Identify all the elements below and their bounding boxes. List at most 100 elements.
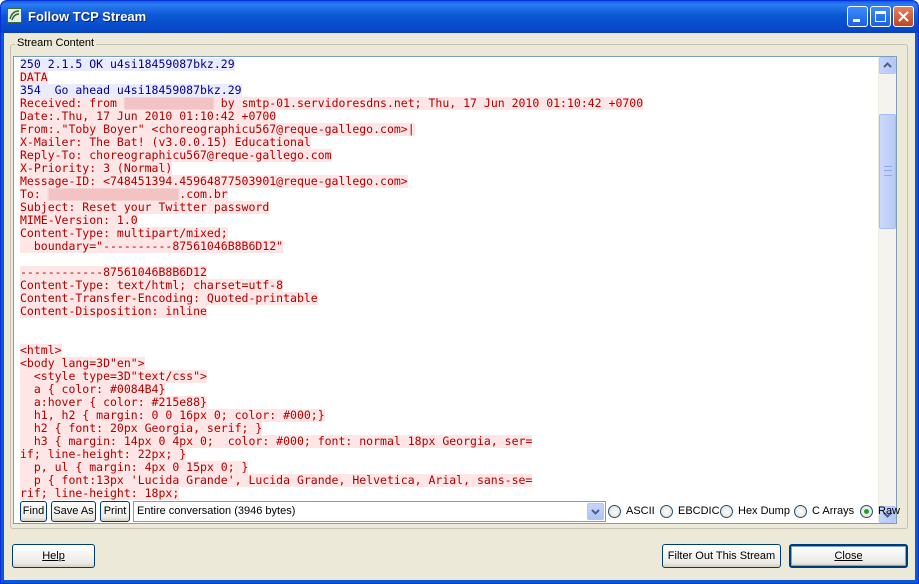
stream-line-text: X-Mailer: The Bat! (v3.0.0.15) Education…	[20, 136, 311, 149]
stream-line-text: Content-Disposition: inline	[20, 305, 207, 318]
follow-tcp-stream-window: Follow TCP Stream Stream Content 250 2.1…	[0, 0, 919, 584]
stream-line-text: p, ul { margin: 4px 0 15px 0; }	[20, 461, 249, 474]
find-label: Find	[22, 505, 45, 517]
stream-line-text: X-Priority: 3 (Normal)	[20, 162, 173, 175]
stream-line: <html>	[20, 344, 880, 357]
window-title: Follow TCP Stream	[28, 9, 147, 24]
stream-line: boundary="----------87561046B8B6D12"	[20, 240, 880, 253]
stream-line: rif; line-height: 18px;	[20, 487, 880, 500]
stream-line: Subject: Reset your Twitter password	[20, 201, 880, 214]
stream-line	[20, 331, 880, 344]
format-hex-dump-label: Hex Dump	[738, 505, 790, 517]
scroll-up-button[interactable]	[879, 57, 896, 74]
stream-line-text: by smtp-01.servidoresdns.net; Thu, 17 Ju…	[213, 97, 644, 110]
stream-line	[20, 253, 880, 266]
stream-line: if; line-height: 22px; }	[20, 448, 880, 461]
help-button[interactable]: Help	[12, 544, 95, 568]
stream-line-text: rif; line-height: 18px;	[20, 487, 180, 500]
stream-line-text: 250 2.1.5 OK u4si18459087bkz.29	[20, 58, 235, 71]
find-button[interactable]: Find	[20, 501, 47, 522]
vertical-scrollbar[interactable]	[878, 57, 896, 523]
dropdown-button[interactable]	[587, 503, 604, 520]
chevron-down-icon	[591, 509, 600, 515]
stream-text-view[interactable]: 250 2.1.5 OK u4si18459087bkz.29 DATA 354 G…	[13, 56, 897, 524]
minimize-button[interactable]	[847, 6, 868, 27]
stream-line: <body lang=3D"en">	[20, 357, 880, 370]
stream-line-text: Content-Type: text/html; charset=utf-8	[20, 279, 284, 292]
stream-line-text: if; line-height: 22px; }	[20, 448, 187, 461]
stream-line-text: To:	[20, 188, 48, 201]
stream-line: ------------87561046B8B6D12	[20, 266, 880, 279]
radio-circle	[860, 505, 873, 518]
radio-circle	[794, 505, 807, 518]
stream-line-text: Date:.Thu, 17 Jun 2010 01:10:42 +0700	[20, 110, 277, 123]
stream-line: p { font:13px 'Lucida Grande', Lucida Gr…	[20, 474, 880, 487]
stream-content-label: Stream Content	[15, 37, 97, 49]
stream-line: Content-Type: multipart/mixed;	[20, 227, 880, 240]
stream-line: MIME-Version: 1.0	[20, 214, 880, 227]
format-raw-label: Raw	[878, 505, 901, 517]
stream-line-text: Content-Type: multipart/mixed;	[20, 227, 228, 240]
filter-out-stream-button[interactable]: Filter Out This Stream	[662, 544, 781, 568]
stream-line: Date:.Thu, 17 Jun 2010 01:10:42 +0700	[20, 110, 880, 123]
stream-line: 354 Go ahead u4si18459087bkz.29	[20, 84, 880, 97]
stream-line-text: a { color: #0084B4}	[20, 383, 166, 396]
stream-line-text: <style type=3D"text/css">	[20, 370, 207, 383]
stream-line: Content-Disposition: inline	[20, 305, 880, 318]
stream-line: DATA	[20, 71, 880, 84]
stream-line: From:."Toby Boyer" <choreographicu567@re…	[20, 123, 880, 136]
wireshark-app-icon	[7, 8, 22, 23]
stream-line: a { color: #0084B4}	[20, 383, 880, 396]
stream-line-text: <html>	[20, 344, 62, 357]
help-label: Help	[42, 550, 65, 562]
stream-line: h1, h2 { margin: 0 0 16px 0; color: #000…	[20, 409, 880, 422]
close-button[interactable]: Close	[789, 544, 908, 568]
radio-circle	[660, 505, 673, 518]
stream-line: Reply-To: choreographicu567@reque-galleg…	[20, 149, 880, 162]
stream-line: <style type=3D"text/css">	[20, 370, 880, 383]
stream-line-text: h2 { font: 20px Georgia, serif; }	[20, 422, 263, 435]
stream-line: h2 { font: 20px Georgia, serif; }	[20, 422, 880, 435]
stream-line: h3 { margin: 14px 0 4px 0; color: #000; …	[20, 435, 880, 448]
stream-line-text: Reply-To: choreographicu567@reque-galleg…	[20, 149, 332, 162]
stream-line-text: h3 { margin: 14px 0 4px 0; color: #000; …	[20, 435, 533, 448]
stream-line-text: Message-ID: <748451394.45964877503901@re…	[20, 175, 408, 188]
radio-selected-dot	[864, 509, 869, 514]
stream-line-text: ------------87561046B8B6D12	[20, 266, 207, 279]
scroll-thumb[interactable]	[879, 114, 896, 229]
conversation-select[interactable]: Entire conversation (3946 bytes)	[133, 501, 606, 522]
stream-line	[20, 318, 880, 331]
maximize-button[interactable]	[870, 6, 891, 27]
radio-circle	[608, 505, 621, 518]
title-bar[interactable]: Follow TCP Stream	[1, 1, 918, 33]
print-button[interactable]: Print	[100, 501, 130, 522]
stream-line-text: 354 Go ahead u4si18459087bkz.29	[20, 84, 242, 97]
close-window-button[interactable]	[893, 6, 914, 27]
stream-line: 250 2.1.5 OK u4si18459087bkz.29	[20, 58, 880, 71]
redacted-text: xxxxxxxxxxxxxxxxxxx	[47, 188, 180, 201]
stream-line: Message-ID: <748451394.45964877503901@re…	[20, 175, 880, 188]
stream-line-text: .com.br	[179, 188, 228, 201]
stream-line-text: MIME-Version: 1.0	[20, 214, 138, 227]
redacted-text: xxx.xx.xx.xxx	[123, 97, 214, 110]
format-ebcdic-label: EBCDIC	[678, 505, 720, 517]
radio-circle	[720, 505, 733, 518]
stream-line: X-Priority: 3 (Normal)	[20, 162, 880, 175]
stream-line-text: DATA	[20, 71, 48, 84]
save-as-button[interactable]: Save As	[51, 501, 96, 522]
close-label: Close	[834, 550, 863, 562]
dialog-body: Stream Content 250 2.1.5 OK u4si18459087…	[4, 33, 915, 580]
format-c-arrays-label: C Arrays	[812, 505, 855, 517]
conversation-selected-value: Entire conversation (3946 bytes)	[137, 505, 296, 517]
stream-line-text: <body lang=3D"en">	[20, 357, 145, 370]
scroll-grip-icon	[884, 166, 892, 176]
stream-line-text: From:."Toby Boyer" <choreographicu567@re…	[20, 123, 415, 136]
stream-line: p, ul { margin: 4px 0 15px 0; }	[20, 461, 880, 474]
stream-line-text: a:hover { color: #215e88}	[20, 396, 207, 409]
stream-line: To: xxxxxxxxxxxxxxxxxxx.com.br	[20, 188, 880, 201]
stream-text: 250 2.1.5 OK u4si18459087bkz.29 DATA 354 G…	[20, 58, 880, 500]
stream-line-text: Received: from	[20, 97, 124, 110]
stream-line-text: h1, h2 { margin: 0 0 16px 0; color: #000…	[20, 409, 325, 422]
print-label: Print	[103, 505, 127, 517]
stream-line: Content-Type: text/html; charset=utf-8	[20, 279, 880, 292]
